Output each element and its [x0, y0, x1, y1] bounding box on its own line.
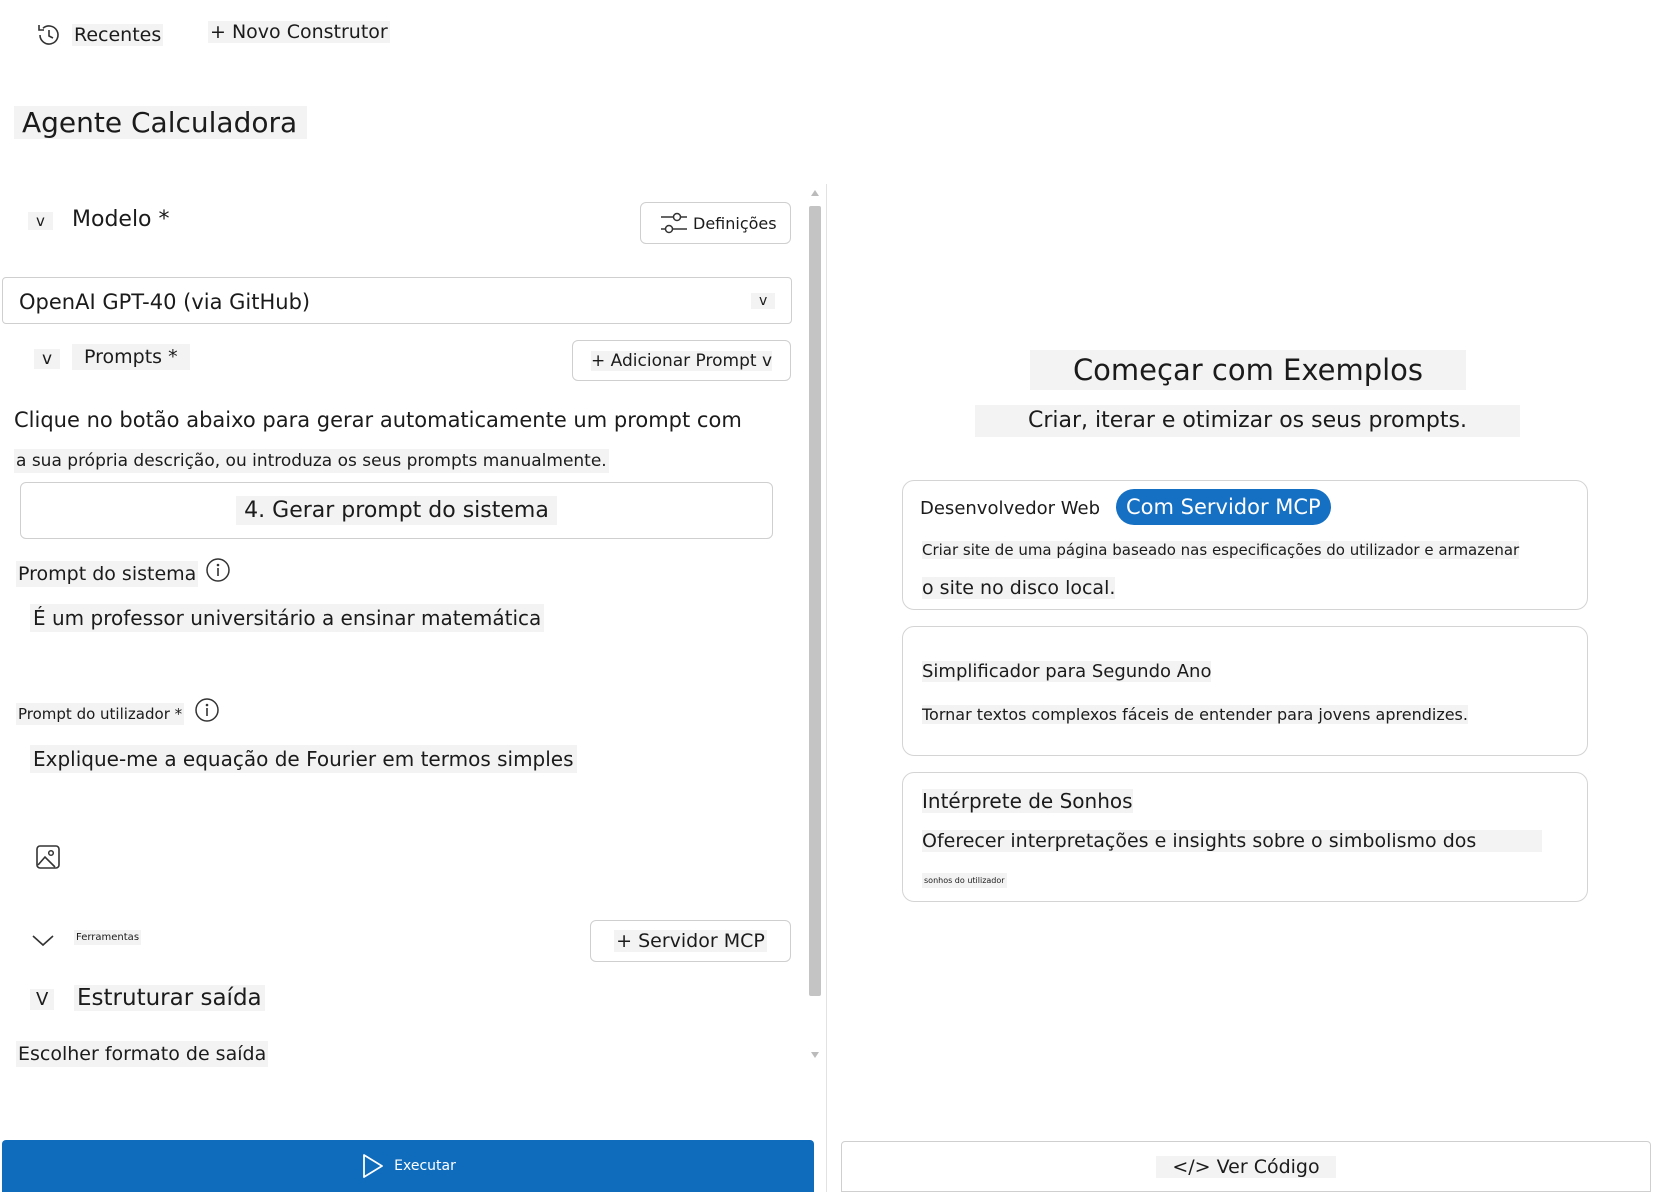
model-collapse-toggle[interactable]: v — [28, 212, 53, 230]
run-label: Executar — [394, 1158, 456, 1174]
new-builder-button[interactable]: + Novo Construtor — [208, 21, 390, 43]
settings-button[interactable]: Definições — [640, 202, 791, 244]
add-prompt-label: + Adicionar Prompt v — [591, 350, 772, 371]
generate-system-prompt-label: 4. Gerar prompt do sistema — [236, 496, 557, 525]
play-icon — [360, 1152, 386, 1180]
example-card-desc-line1: Oferecer interpretações e insights sobre… — [922, 830, 1542, 852]
example-card-dream-interpreter[interactable]: Intérprete de Sonhos Oferecer interpreta… — [902, 772, 1588, 902]
info-icon[interactable] — [205, 557, 231, 583]
example-card-web-developer[interactable]: Desenvolvedor Web Com Servidor MCP Criar… — [902, 480, 1588, 610]
model-select[interactable]: OpenAI GPT-40 (via GitHub) v — [2, 277, 792, 324]
example-card-title: Intérprete de Sonhos — [922, 789, 1133, 813]
generate-system-prompt-button[interactable]: 4. Gerar prompt do sistema — [20, 482, 773, 539]
scroll-up-arrow[interactable] — [811, 190, 819, 196]
prompts-help-line1: Clique no botão abaixo para gerar automa… — [14, 408, 742, 432]
agent-title: Agente Calculadora — [14, 106, 308, 139]
panel-divider — [826, 184, 827, 1192]
example-card-desc-line1: Criar site de uma página baseado nas esp… — [922, 541, 1520, 559]
add-mcp-server-label: + Servidor MCP — [614, 930, 767, 952]
scroll-down-arrow[interactable] — [811, 1052, 819, 1058]
info-icon[interactable] — [194, 697, 220, 723]
output-format-select[interactable]: Escolher formato de saída — [16, 1041, 269, 1067]
view-code-button[interactable]: </> Ver Código — [841, 1141, 1651, 1192]
chevron-down-icon: v — [751, 293, 776, 309]
recent-label: Recentes — [72, 24, 164, 46]
system-prompt-label: Prompt do sistema — [16, 561, 199, 587]
structured-output-label: Estruturar saída — [74, 985, 265, 1011]
prompts-help-line2: a sua própria descrição, ou introduza os… — [14, 449, 609, 473]
run-button[interactable]: Executar — [2, 1140, 814, 1192]
example-card-title: Simplificador para Segundo Ano — [922, 661, 1212, 682]
mcp-badge: Com Servidor MCP — [1116, 489, 1331, 525]
prompts-collapse-toggle[interactable]: v — [34, 349, 61, 369]
model-selected-value: OpenAI GPT-40 (via GitHub) — [19, 290, 311, 314]
add-mcp-server-button[interactable]: + Servidor MCP — [590, 920, 791, 962]
chevron-down-icon[interactable] — [30, 930, 56, 950]
examples-title: Começar com Exemplos — [1030, 350, 1466, 390]
examples-subtitle: Criar, iterar e otimizar os seus prompts… — [975, 405, 1520, 437]
view-code-label: </> Ver Código — [1156, 1155, 1336, 1178]
prompts-label: Prompts * — [72, 344, 190, 370]
example-card-desc-line2: o site no disco local. — [922, 577, 1116, 599]
system-prompt-input[interactable]: É um professor universitário a ensinar m… — [30, 604, 545, 632]
settings-label: Definições — [693, 213, 777, 233]
output-collapse-toggle[interactable]: V — [30, 989, 55, 1010]
example-card-second-grade-simplifier[interactable]: Simplificador para Segundo Ano Tornar te… — [902, 626, 1588, 756]
image-icon[interactable] — [34, 843, 62, 871]
recent-button[interactable]: Recentes — [34, 18, 164, 52]
add-prompt-button[interactable]: + Adicionar Prompt v — [572, 340, 791, 381]
user-prompt-label: Prompt do utilizador * — [16, 703, 185, 725]
user-prompt-input[interactable]: Explique-me a equação de Fourier em term… — [30, 745, 577, 773]
tools-label: Ferramentas — [74, 930, 142, 945]
example-card-desc-line2: sonhos do utilizador — [922, 873, 1007, 888]
history-icon — [34, 20, 64, 50]
example-card-desc-line1: Tornar textos complexos fáceis de entend… — [922, 705, 1468, 724]
scrollbar-thumb[interactable] — [809, 206, 821, 996]
left-panel-scrollbar[interactable] — [806, 190, 824, 1060]
example-card-title: Desenvolvedor Web — [920, 498, 1100, 519]
sliders-icon — [659, 209, 689, 237]
model-label: Modelo * — [72, 207, 170, 232]
